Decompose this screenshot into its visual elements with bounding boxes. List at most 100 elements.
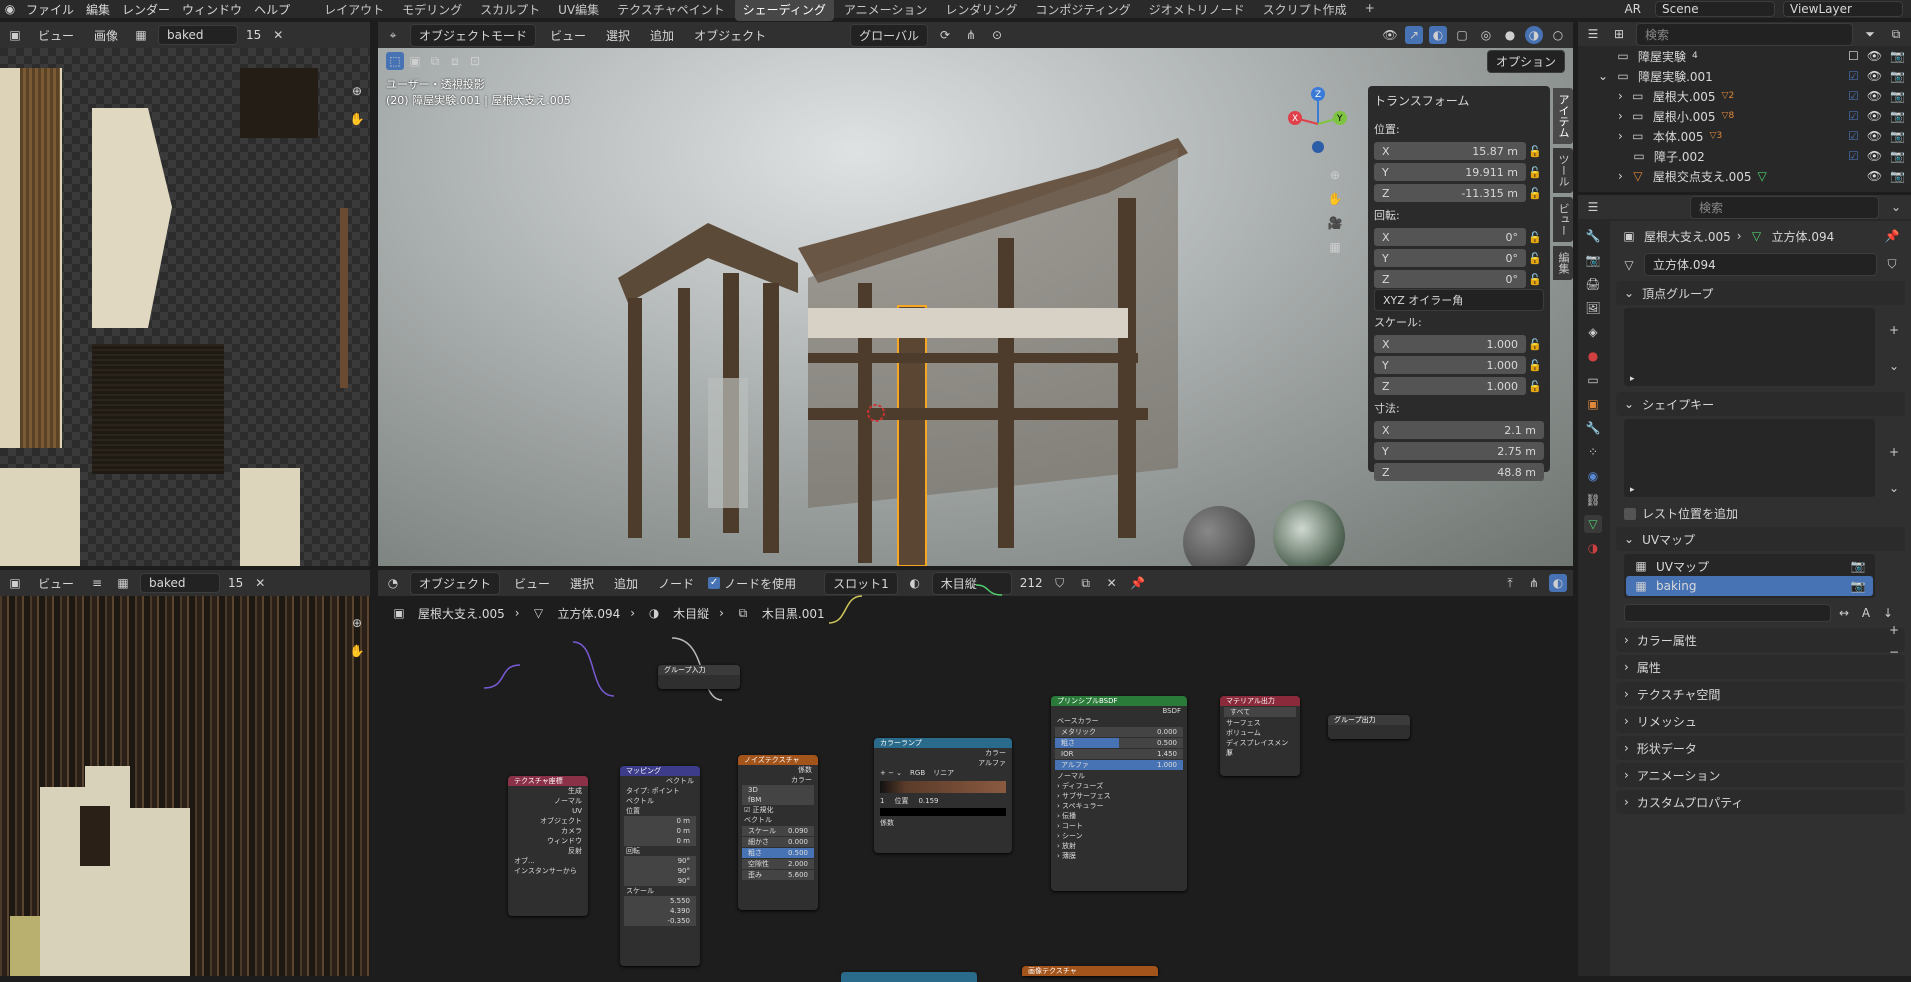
tab-shading[interactable]: シェーディング — [734, 0, 834, 21]
tab-geometry-nodes[interactable]: ジオメトリノード — [1141, 0, 1253, 21]
lock-icon[interactable]: 🔓 — [1526, 270, 1544, 288]
pan-hand-icon[interactable]: ✋ — [348, 110, 366, 128]
rendered-shading-icon[interactable]: ○ — [1549, 26, 1567, 44]
uv-filter-input[interactable] — [1624, 604, 1831, 622]
custom-properties-panel[interactable]: › カスタムプロパティ — [1616, 790, 1905, 814]
zoom-icon[interactable]: ⊕ — [348, 82, 366, 100]
noise-texture-node[interactable]: ノイズテクスチャ 係数 カラー 3D fBM ☑ 正規化 ベクトル スケール 0.… — [738, 755, 818, 910]
editor-type-icon[interactable]: ☰ — [1584, 198, 1602, 216]
scene-selector[interactable]: Scene — [1655, 1, 1775, 17]
relative-checkbox-row[interactable]: レスト位置を追加 — [1610, 503, 1911, 524]
grid-view-icon[interactable]: ▦ — [1326, 238, 1344, 256]
vertex-group-list[interactable]: ▸ — [1624, 308, 1875, 386]
image-name-field[interactable]: baked — [158, 25, 239, 45]
menu-help[interactable]: ヘルプ — [248, 0, 296, 20]
remesh-panel[interactable]: › リメッシュ — [1616, 709, 1905, 733]
hamburger-icon[interactable]: ≡ — [88, 574, 106, 592]
viewport-menu-view[interactable]: ビュー — [544, 25, 592, 46]
vertex-groups-panel[interactable]: ⌄ 頂点グループ — [1616, 281, 1905, 305]
view-layer-selector[interactable]: ViewLayer — [1783, 1, 1903, 17]
camera-icon[interactable]: 📷 — [1849, 577, 1867, 595]
collection-tab-icon[interactable]: ▭ — [1584, 371, 1602, 389]
options-dropdown[interactable]: オプション — [1486, 50, 1565, 73]
lock-icon[interactable]: 🔓 — [1526, 377, 1544, 395]
sort-down-icon[interactable]: ↓ — [1879, 604, 1897, 622]
outliner-row[interactable]: ⌄ ▭ 障屋実験.001 ☑ 👁 📷 — [1578, 66, 1911, 86]
scene-tab-icon[interactable]: ◈ — [1584, 323, 1602, 341]
tab-modeling[interactable]: モデリング — [394, 0, 470, 21]
outliner-row[interactable]: › ▭ 屋根小.005 ▽8 ☑ 👁 📷 — [1578, 106, 1911, 126]
viewport-menu-select[interactable]: 選択 — [600, 25, 636, 46]
tab-edit[interactable]: 編集 — [1553, 246, 1573, 280]
transform-orientation-selector[interactable]: グローバル — [850, 23, 928, 47]
attributes-panel[interactable]: › 属性 — [1616, 655, 1905, 679]
dimension-y-field[interactable]: Y 2.75 m — [1374, 442, 1544, 460]
tab-layout[interactable]: レイアウト — [316, 0, 392, 21]
outliner-search[interactable]: 検索 — [1636, 22, 1853, 46]
image-texture-node[interactable]: 画像テクスチャ — [1022, 966, 1158, 976]
sort-alpha-icon[interactable]: A — [1857, 604, 1875, 622]
texture-coordinate-node[interactable]: テクスチャ座標 生成 ノーマル UV オブジェクト カメラ ウィンドウ 反射 オ… — [508, 776, 588, 916]
pivot-icon[interactable]: ⟳ — [936, 26, 954, 44]
remove-uv-map-icon[interactable]: − — [1885, 643, 1903, 661]
view-menu[interactable]: ビュー — [32, 573, 80, 594]
texture-space-panel[interactable]: › テクスチャ空間 — [1616, 682, 1905, 706]
principled-bsdf-node[interactable]: プリンシプルBSDF BSDF ベースカラー メタリック 0.000 粗さ 0.50… — [1051, 696, 1187, 891]
close-icon[interactable]: ✕ — [251, 574, 269, 592]
mode-selector[interactable]: オブジェクトモード — [410, 23, 537, 47]
blender-logo-icon[interactable]: ◉ — [0, 0, 20, 18]
location-z-field[interactable]: Z -11.315 m — [1374, 184, 1526, 202]
add-vertex-group-icon[interactable]: + — [1885, 321, 1903, 339]
lock-icon[interactable]: 🔓 — [1526, 228, 1544, 246]
gizmo-toggle-icon[interactable]: ↗ — [1405, 26, 1423, 44]
editor-type-icon[interactable]: ☰ — [1584, 25, 1602, 43]
scale-z-field[interactable]: Z 1.000 — [1374, 377, 1526, 395]
rotation-y-field[interactable]: Y 0° — [1374, 249, 1526, 267]
lock-icon[interactable]: 🔓 — [1526, 163, 1544, 181]
navigation-gizmo[interactable]: Z X Y — [1283, 84, 1353, 154]
solid-shading-icon[interactable]: ● — [1501, 26, 1519, 44]
uv-maps-panel[interactable]: ⌄ UVマップ — [1616, 527, 1905, 551]
chevron-down-icon[interactable]: ⌄ — [1885, 479, 1903, 497]
render-tab-icon[interactable]: 📷 — [1584, 251, 1602, 269]
zoom-icon[interactable]: ⊕ — [1326, 166, 1344, 184]
zoom-icon[interactable]: ⊕ — [348, 614, 366, 632]
properties-search[interactable]: 検索 — [1690, 195, 1879, 219]
tool-tab-icon[interactable]: 🔧 — [1584, 227, 1602, 245]
scale-y-field[interactable]: Y 1.000 — [1374, 356, 1526, 374]
pan-hand-icon[interactable]: ✋ — [1326, 190, 1344, 208]
menu-window[interactable]: ウィンドウ — [176, 0, 248, 20]
mesh-name-field[interactable]: 立方体.094 — [1644, 253, 1877, 276]
tab-texture-paint[interactable]: テクスチャペイント — [609, 0, 733, 21]
display-mode-icon[interactable]: ⊞ — [1610, 25, 1628, 43]
camera-icon[interactable]: 📷 — [1849, 557, 1867, 575]
image-browse-icon[interactable]: ▦ — [132, 26, 150, 44]
viewport-menu-add[interactable]: 追加 — [644, 25, 680, 46]
uv-map-item-active[interactable]: ▦ baking 📷 — [1626, 576, 1873, 596]
location-y-field[interactable]: Y 19.911 m — [1374, 163, 1526, 181]
color-ramp-node[interactable]: カラーランプ カラー アルファ + − ⌄ RGB リニア 1 位置 0.159 係数 — [874, 738, 1012, 853]
outliner-row[interactable]: › ▭ 本体.005 ▽3 ☑ 👁 📷 — [1578, 126, 1911, 146]
filter-icon[interactable]: ⏷ — [1861, 25, 1879, 43]
lock-icon[interactable]: 🔓 — [1526, 249, 1544, 267]
add-workspace-button[interactable]: + — [1357, 0, 1383, 21]
shape-key-list[interactable]: ▸ — [1624, 419, 1875, 497]
group-output-node[interactable]: グループ出力 — [1328, 715, 1410, 739]
location-x-field[interactable]: X 15.87 m — [1374, 142, 1526, 160]
outliner-row[interactable]: › ▭ 屋根大.005 ▽2 ☑ 👁 📷 — [1578, 86, 1911, 106]
mesh-browse-icon[interactable]: ▽ — [1620, 256, 1638, 274]
tab-uv-editing[interactable]: UV編集 — [550, 0, 607, 21]
add-shape-key-icon[interactable]: + — [1885, 443, 1903, 461]
tab-rendering[interactable]: レンダリング — [937, 0, 1025, 21]
color-ramp-gradient[interactable] — [880, 781, 1006, 793]
modifier-tab-icon[interactable]: 🔧 — [1584, 419, 1602, 437]
new-collection-icon[interactable]: ⧉ — [1887, 25, 1905, 43]
add-uv-map-icon[interactable]: + — [1885, 621, 1903, 639]
scale-x-field[interactable]: X 1.000 — [1374, 335, 1526, 353]
outliner-row[interactable]: ▭ 障屋実験 4 ☐ 👁 📷 — [1578, 46, 1911, 66]
view-menu[interactable]: ビュー — [32, 25, 80, 46]
material-shading-icon[interactable]: ◑ — [1525, 26, 1543, 44]
editor-type-icon[interactable]: ▣ — [6, 574, 24, 592]
particles-tab-icon[interactable]: ⁘ — [1584, 443, 1602, 461]
constraints-tab-icon[interactable]: ⛓ — [1584, 491, 1602, 509]
